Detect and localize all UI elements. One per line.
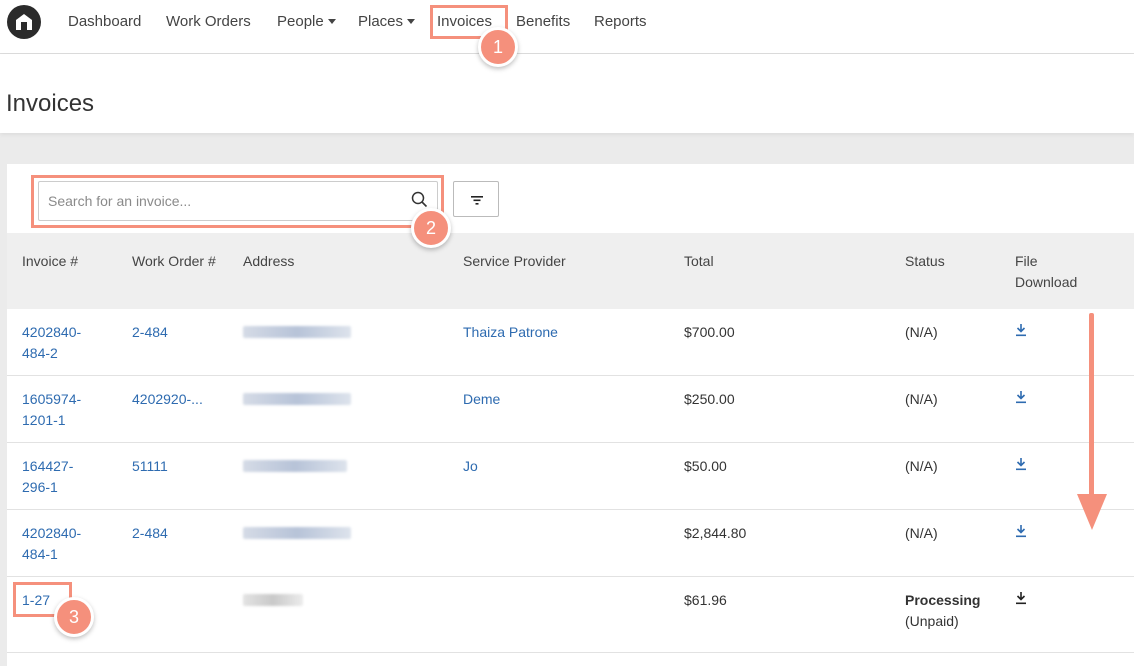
service-provider-link[interactable]: Jo <box>463 456 478 477</box>
download-icon[interactable] <box>1015 323 1027 337</box>
invoice-number-line: 1-27 <box>22 592 51 608</box>
col-total[interactable]: Total <box>684 251 714 272</box>
download-icon[interactable] <box>1015 524 1027 538</box>
scroll-down-arrow <box>1089 313 1094 503</box>
table-row[interactable]: 1605974- 1201-1 4202920-... Deme $250.00 … <box>7 376 1134 443</box>
col-file-download[interactable]: File Download <box>1015 251 1095 293</box>
step-badge-1: 1 <box>478 27 518 67</box>
address-redacted <box>243 460 347 472</box>
search-box <box>38 181 438 221</box>
work-order-link[interactable]: 2-484 <box>132 322 168 343</box>
address-redacted <box>243 393 351 405</box>
invoice-number-line: 1201-1 <box>22 412 66 428</box>
page-header: Invoices <box>0 54 1134 133</box>
table-row[interactable]: 1-27 $61.96 Processing (Unpaid) <box>7 577 1134 653</box>
nav-invoices-label: Invoices <box>437 13 493 30</box>
nav-benefits-label: Benefits <box>516 13 571 30</box>
invoice-number-link[interactable]: 1-27 <box>22 590 50 611</box>
table-row[interactable]: 4202840- 484-1 2-484 $2,844.80 (N/A) <box>7 510 1134 577</box>
invoice-number-link[interactable]: 1605974- 1201-1 <box>22 389 81 431</box>
invoice-number-line: 4202840- <box>22 525 82 541</box>
total-value: $250.00 <box>684 391 735 407</box>
invoice-number-line: 296-1 <box>22 479 58 495</box>
nav-reports-label: Reports <box>594 13 647 30</box>
col-work-order-number[interactable]: Work Order # <box>132 251 222 272</box>
filter-button[interactable] <box>453 181 499 217</box>
caret-down-icon <box>407 19 416 24</box>
download-icon[interactable] <box>1015 390 1027 404</box>
status-value: (N/A) <box>905 391 938 407</box>
status-value: (N/A) <box>905 525 938 541</box>
nav-benefits[interactable]: Benefits <box>516 13 570 30</box>
table-row[interactable]: 164427- 296-1 51111 Jo $50.00 (N/A) <box>7 443 1134 510</box>
status-value: Processing <box>905 592 981 608</box>
col-status[interactable]: Status <box>905 251 945 272</box>
download-icon[interactable] <box>1015 457 1027 471</box>
step-badge-3: 3 <box>54 597 94 637</box>
caret-down-icon <box>327 19 336 24</box>
nav-places-label: Places <box>358 13 404 30</box>
work-order-link[interactable]: 4202920-... <box>132 389 203 410</box>
invoices-card: Invoice # Work Order # Address Service P… <box>7 164 1134 666</box>
status-value: (N/A) <box>905 458 938 474</box>
nav-places-dropdown[interactable]: Places <box>358 13 416 30</box>
invoice-number-line: 164427- <box>22 458 74 474</box>
service-provider-link[interactable]: Thaiza Patrone <box>463 322 558 343</box>
address-redacted <box>243 326 351 338</box>
invoice-number-link[interactable]: 4202840- 484-2 <box>22 322 81 364</box>
total-value: $700.00 <box>684 324 735 340</box>
service-provider-link[interactable]: Deme <box>463 389 500 410</box>
table-row[interactable]: 4202840- 484-2 2-484 Thaiza Patrone $700.… <box>7 309 1134 376</box>
invoice-number-line: 484-1 <box>22 546 58 562</box>
download-icon[interactable] <box>1015 591 1027 605</box>
status-value: (N/A) <box>905 324 938 340</box>
invoice-number-line: 484-2 <box>22 345 58 361</box>
top-navigation: Dashboard Work Orders People Places Invo… <box>0 0 1134 54</box>
page-title: Invoices <box>6 90 95 117</box>
nav-dashboard-label: Dashboard <box>68 13 142 30</box>
filter-icon <box>471 196 483 205</box>
total-value: $2,844.80 <box>684 525 747 541</box>
work-order-link[interactable]: 51111 <box>132 456 168 477</box>
status-sub-value: (Unpaid) <box>905 613 959 629</box>
status-cell: Processing (Unpaid) <box>905 590 980 632</box>
nav-people-dropdown[interactable]: People <box>277 13 336 30</box>
nav-work-orders-label: Work Orders <box>166 13 251 30</box>
nav-reports[interactable]: Reports <box>594 13 647 30</box>
nav-work-orders[interactable]: Work Orders <box>166 13 251 30</box>
invoice-number-line: 1605974- <box>22 391 82 407</box>
col-service-provider[interactable]: Service Provider <box>463 251 566 272</box>
invoice-number-link[interactable]: 4202840- 484-1 <box>22 523 81 565</box>
col-invoice-number[interactable]: Invoice # <box>22 251 78 272</box>
address-redacted <box>243 594 303 606</box>
invoice-number-link[interactable]: 164427- 296-1 <box>22 456 73 498</box>
work-order-link[interactable]: 2-484 <box>132 523 168 544</box>
step-badge-2: 2 <box>411 208 451 248</box>
address-redacted <box>243 527 351 539</box>
search-input[interactable] <box>39 182 399 220</box>
invoice-number-line: 4202840- <box>22 324 82 340</box>
total-value: $50.00 <box>684 458 727 474</box>
table-header: Invoice # Work Order # Address Service P… <box>7 233 1134 309</box>
nav-invoices[interactable]: Invoices <box>437 13 492 30</box>
scroll-down-arrow-head <box>1077 494 1107 530</box>
total-value: $61.96 <box>684 592 727 608</box>
home-logo-icon[interactable] <box>7 5 41 39</box>
col-address[interactable]: Address <box>243 251 294 272</box>
nav-dashboard[interactable]: Dashboard <box>68 13 141 30</box>
nav-people-label: People <box>277 13 324 30</box>
search-icon[interactable] <box>411 191 428 208</box>
